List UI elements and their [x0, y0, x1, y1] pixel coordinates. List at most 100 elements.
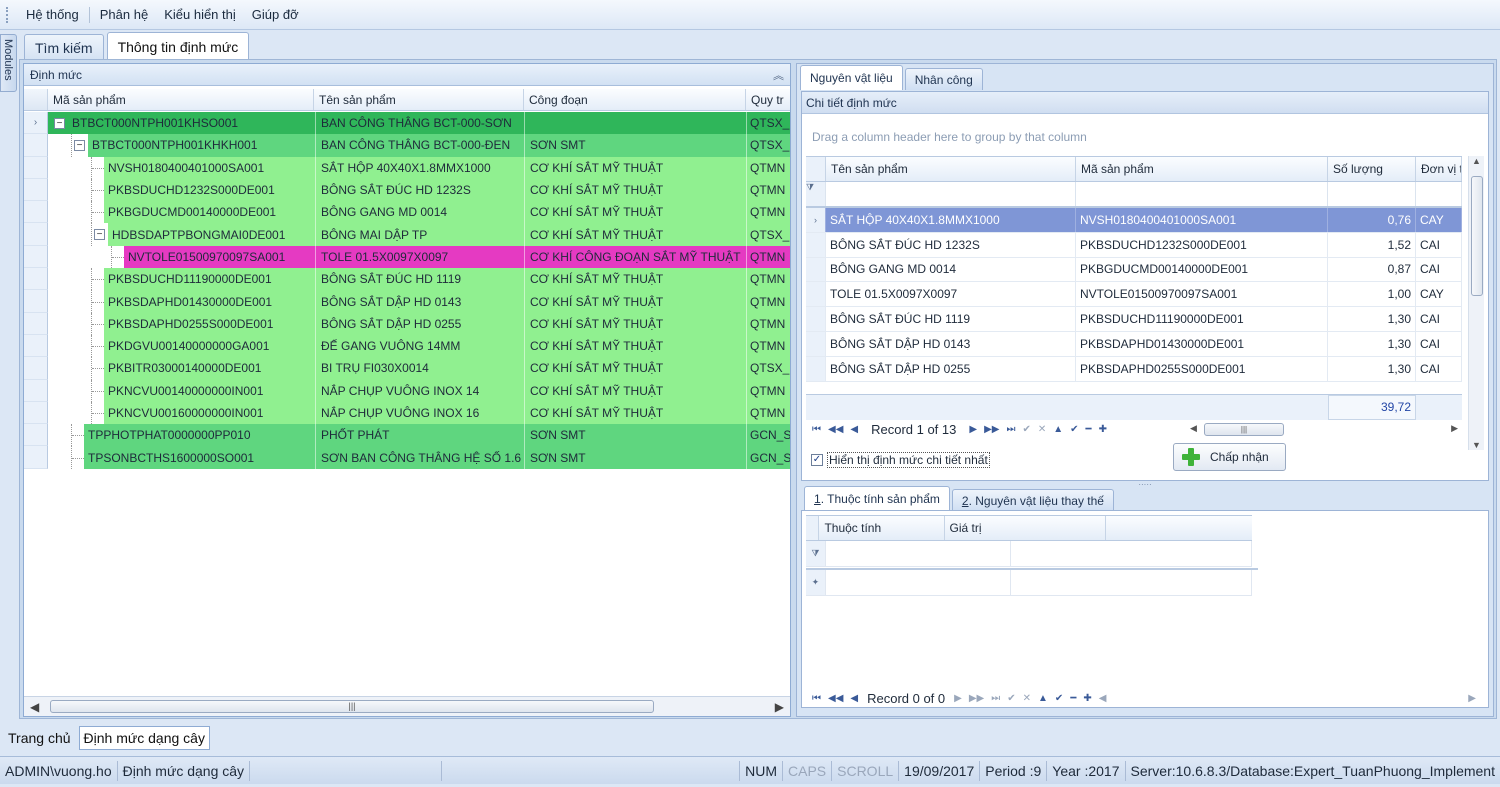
- cell-quantity[interactable]: 1,30: [1328, 331, 1416, 356]
- add-icon[interactable]: ✚: [1083, 693, 1091, 704]
- detail-checkbox-row[interactable]: ✓ Hiển thị định mức chi tiết nhất: [811, 452, 990, 468]
- cell-stage[interactable]: CƠ KHÍ SẮT MỸ THUẬT: [524, 357, 746, 380]
- scroll-thumb[interactable]: |||: [1204, 423, 1284, 436]
- scroll-left-icon[interactable]: ◀: [1190, 423, 1197, 434]
- cell-product-name[interactable]: ĐẾ GANG VUÔNG 14MM: [315, 334, 524, 358]
- cell-quantity[interactable]: 1,30: [1328, 356, 1416, 381]
- cell-process[interactable]: QTSX_(: [746, 134, 790, 157]
- cell-product-code[interactable]: − BTBCT000NTPH001KHKH001: [48, 134, 315, 157]
- cell-process[interactable]: QTMN: [746, 379, 790, 402]
- cell-process[interactable]: QTMN: [746, 156, 790, 179]
- row-indicator[interactable]: [806, 232, 826, 257]
- column-header-unit[interactable]: Đơn vị t: [1416, 157, 1462, 181]
- tab-norm-tree[interactable]: Định mức dạng cây: [78, 726, 210, 750]
- cell-product-name[interactable]: BÔNG SẮT ĐÚC HD 1232S: [315, 178, 524, 202]
- tree-row[interactable]: PKDGVU00140000000GA001 ĐẾ GANG VUÔNG 14MM…: [24, 334, 790, 358]
- column-header-product-name[interactable]: Tên sản phẩm: [314, 89, 524, 110]
- detail-row[interactable]: BÔNG GANG MD 0014 PKBGDUCMD00140000DE001 0…: [806, 257, 1462, 283]
- cell-unit[interactable]: CAI: [1416, 307, 1462, 331]
- tree-row[interactable]: PKBSDUCHD11190000DE001 BÔNG SẮT ĐÚC HD 11…: [24, 268, 790, 291]
- cell-product-name[interactable]: BI TRỤ FI030X0014: [315, 357, 524, 380]
- save-check-icon[interactable]: ✔: [1055, 693, 1063, 704]
- column-header-stage[interactable]: Công đoạn: [524, 89, 746, 110]
- column-header-quantity[interactable]: Số lượng: [1328, 157, 1416, 181]
- menu-system[interactable]: Hệ thống: [18, 7, 87, 22]
- cell-product-name[interactable]: BAN CÔNG THÂNG BCT-000-SƠN: [315, 112, 524, 135]
- cell-product-code[interactable]: NVSH0180400401000SA001: [48, 156, 315, 179]
- tab-norm-info[interactable]: Thông tin định mức: [106, 32, 250, 60]
- new-row[interactable]: ✦: [806, 570, 1252, 596]
- row-indicator[interactable]: [24, 357, 48, 380]
- tab-substitute-materials[interactable]: 2. Nguyên vật liệu thay thế: [951, 489, 1114, 511]
- row-indicator[interactable]: [24, 379, 48, 402]
- column-header-name[interactable]: Tên sản phẩm: [826, 157, 1076, 181]
- cell-process[interactable]: QTMN: [746, 268, 790, 291]
- cell-process[interactable]: QTMN: [746, 401, 790, 425]
- row-indicator[interactable]: [806, 331, 826, 356]
- scroll-right-icon[interactable]: ▶: [1451, 423, 1458, 434]
- cell-product-code[interactable]: PKDGVU00140000000GA001: [48, 334, 315, 358]
- row-indicator[interactable]: [24, 424, 48, 447]
- scroll-thumb[interactable]: [1471, 176, 1483, 296]
- cell-product-name[interactable]: PHỐT PHÁT: [315, 424, 524, 447]
- cell-unit[interactable]: CAI: [1416, 356, 1462, 381]
- scroll-left-icon[interactable]: ◀: [1099, 693, 1107, 704]
- collapse-node-icon[interactable]: −: [54, 117, 65, 129]
- row-indicator[interactable]: [24, 290, 48, 313]
- cell-quantity[interactable]: 1,00: [1328, 282, 1416, 307]
- collapse-node-icon[interactable]: −: [74, 139, 85, 151]
- tree-row[interactable]: PKNCVU00140000000IN001 NẮP CHỤP VUÔNG INO…: [24, 379, 790, 402]
- first-record-icon[interactable]: ⏮: [812, 693, 821, 704]
- collapse-chevron-icon[interactable]: ︽: [773, 67, 784, 83]
- row-indicator[interactable]: [806, 307, 826, 331]
- tree-row[interactable]: NVSH0180400401000SA001 SẮT HỘP 40X40X1.8M…: [24, 156, 790, 179]
- tab-home[interactable]: Trang chủ: [4, 727, 75, 749]
- detail-row[interactable]: › SẮT HỘP 40X40X1.8MMX1000 NVSH01804004010…: [806, 208, 1462, 233]
- accept-button[interactable]: Chấp nhận: [1173, 443, 1286, 471]
- cell-product-code[interactable]: PKBITR03000140000DE001: [48, 357, 315, 380]
- tree-row[interactable]: − BTBCT000NTPH001KHKH001 BAN CÔNG THÂNG BC…: [24, 134, 790, 157]
- check-icon[interactable]: ✔: [1007, 693, 1015, 704]
- tree-row[interactable]: PKNCVU00160000000IN001 NẮP CHỤP VUÔNG INO…: [24, 401, 790, 425]
- check-icon[interactable]: ✔: [1022, 424, 1030, 435]
- row-indicator[interactable]: [24, 201, 48, 224]
- row-indicator[interactable]: [24, 268, 48, 291]
- cell-unit[interactable]: CAY: [1416, 282, 1462, 307]
- filter-name[interactable]: [826, 182, 1076, 206]
- cell-stage[interactable]: [524, 112, 746, 135]
- row-indicator[interactable]: ›: [806, 208, 826, 232]
- cell-product-code[interactable]: PKBSDAPHD0255S000DE001: [48, 312, 315, 335]
- row-indicator[interactable]: [24, 334, 48, 358]
- cell-code[interactable]: NVTOLE01500970097SA001: [1076, 282, 1328, 307]
- most-detailed-checkbox[interactable]: ✓: [811, 454, 823, 466]
- cell-quantity[interactable]: 0,87: [1328, 257, 1416, 282]
- column-header-value[interactable]: Giá trị: [945, 516, 1107, 540]
- tree-row[interactable]: PKBSDAPHD0255S000DE001 BÔNG SẮT DẬP HD 02…: [24, 312, 790, 335]
- save-check-icon[interactable]: ✔: [1070, 424, 1078, 435]
- cell-quantity[interactable]: 1,52: [1328, 232, 1416, 257]
- modules-side-tab[interactable]: Modules: [0, 34, 17, 92]
- collapse-node-icon[interactable]: −: [94, 229, 105, 241]
- row-indicator[interactable]: [806, 282, 826, 307]
- remove-icon[interactable]: ━: [1070, 693, 1076, 704]
- cell-stage[interactable]: SƠN SMT: [524, 134, 746, 157]
- up-icon[interactable]: ▲: [1038, 693, 1048, 704]
- cell-product-code[interactable]: PKBSDUCHD1232S000DE001: [48, 178, 315, 202]
- cell-product-code[interactable]: PKNCVU00140000000IN001: [48, 379, 315, 402]
- cell-name[interactable]: BÔNG SẮT ĐÚC HD 1119: [826, 307, 1076, 331]
- new-attribute-cell[interactable]: [826, 570, 1012, 595]
- menu-modules[interactable]: Phân hệ: [92, 7, 156, 22]
- cell-stage[interactable]: SƠN SMT: [524, 446, 746, 469]
- tab-product-attributes[interactable]: 1. Thuộc tính sản phẩm: [804, 486, 950, 511]
- cell-stage[interactable]: CƠ KHÍ SẮT MỸ THUẬT: [524, 312, 746, 335]
- row-indicator[interactable]: [24, 245, 48, 269]
- row-indicator[interactable]: [24, 312, 48, 335]
- tab-materials[interactable]: Nguyên vật liệu: [800, 65, 903, 90]
- cell-process[interactable]: QTMN: [746, 178, 790, 202]
- cell-process[interactable]: QTMN: [746, 245, 790, 269]
- cell-product-name[interactable]: SƠN BAN CÔNG THÂNG HỆ SỐ 1.6: [315, 446, 524, 469]
- filter-attribute[interactable]: [826, 541, 1012, 566]
- filter-value[interactable]: [1011, 541, 1252, 566]
- cell-unit[interactable]: CAI: [1416, 331, 1462, 356]
- add-icon[interactable]: ✚: [1099, 424, 1107, 435]
